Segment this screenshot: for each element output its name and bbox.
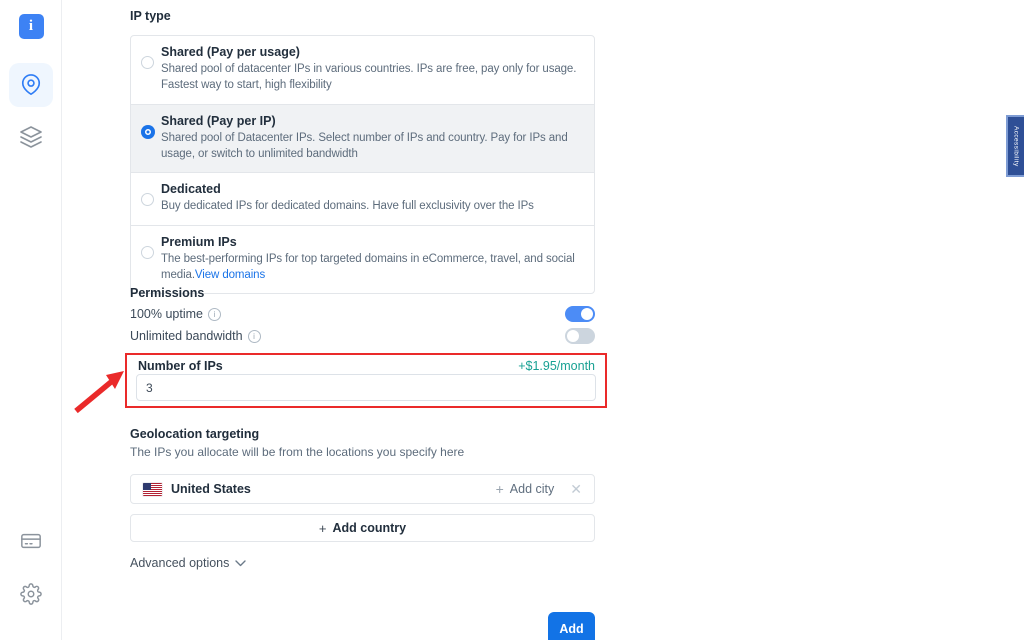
geolocation-label: Geolocation targeting: [130, 427, 595, 441]
credit-card-icon: [20, 530, 42, 552]
country-row: United States + Add city ✕: [130, 474, 595, 504]
page: IP type Shared (Pay per usage) Shared po…: [0, 0, 1024, 640]
option-title: Premium IPs: [161, 235, 580, 249]
radio-button[interactable]: [141, 246, 154, 259]
add-city-button[interactable]: + Add city: [496, 481, 555, 497]
ip-type-option-shared-pay-per-usage[interactable]: Shared (Pay per usage) Shared pool of da…: [130, 35, 595, 105]
radio-button[interactable]: [141, 56, 154, 69]
option-description: The best-performing IPs for top targeted…: [161, 251, 580, 284]
red-annotation-arrow: [66, 363, 132, 417]
ip-type-option-premium-ips[interactable]: Premium IPs The best-performing IPs for …: [130, 225, 595, 295]
permissions-section: Permissions 100% uptime Unlimited bandwi…: [130, 286, 595, 344]
ip-type-options: Shared (Pay per usage) Shared pool of da…: [130, 35, 595, 294]
sidebar-item-info[interactable]: [0, 14, 62, 39]
advanced-options-label: Advanced options: [130, 556, 229, 570]
sidebar-item-billing[interactable]: [0, 530, 62, 552]
add-country-button[interactable]: + Add country: [130, 514, 595, 542]
geolocation-description: The IPs you allocate will be from the lo…: [130, 445, 595, 459]
number-of-ips-input[interactable]: [136, 374, 596, 401]
number-of-ips-label: Number of IPs: [138, 359, 223, 373]
ip-type-option-shared-pay-per-ip[interactable]: Shared (Pay per IP) Shared pool of Datac…: [130, 104, 595, 174]
number-of-ips-header: Number of IPs +$1.95/month: [127, 355, 605, 373]
info-tooltip-icon[interactable]: [208, 308, 221, 321]
plus-icon: +: [496, 481, 504, 497]
add-country-label: Add country: [332, 521, 406, 535]
option-description: Shared pool of Datacenter IPs. Select nu…: [161, 130, 580, 163]
sidebar-item-locations[interactable]: [0, 63, 62, 107]
number-of-ips-highlighted-block: Number of IPs +$1.95/month: [125, 353, 607, 408]
sidebar-item-settings[interactable]: [0, 583, 62, 605]
add-button[interactable]: Add: [548, 612, 595, 640]
option-description: Shared pool of datacenter IPs in various…: [161, 61, 580, 94]
option-title: Dedicated: [161, 182, 580, 196]
radio-button-selected[interactable]: [141, 125, 155, 139]
option-title: Shared (Pay per usage): [161, 45, 580, 59]
advanced-options-toggle[interactable]: Advanced options: [130, 556, 246, 570]
uptime-label: 100% uptime: [130, 307, 203, 321]
sidebar: [0, 0, 62, 640]
uptime-toggle[interactable]: [565, 306, 595, 322]
info-icon: [19, 14, 44, 39]
active-item-background: [9, 63, 53, 107]
country-name: United States: [171, 482, 251, 496]
price-per-month: +$1.95/month: [518, 359, 595, 373]
option-description: Buy dedicated IPs for dedicated domains.…: [161, 198, 580, 214]
ip-type-label: IP type: [130, 9, 171, 23]
gear-icon: [20, 583, 42, 605]
layers-icon: [19, 125, 43, 149]
sidebar-item-zones[interactable]: [0, 125, 62, 149]
accessibility-tab[interactable]: Accessibility: [1006, 115, 1024, 177]
bandwidth-toggle[interactable]: [565, 328, 595, 344]
uptime-row: 100% uptime: [130, 306, 595, 322]
toggle-knob: [567, 330, 579, 342]
accessibility-tab-label: Accessibility: [1013, 126, 1020, 167]
remove-country-icon[interactable]: ✕: [570, 481, 582, 498]
bandwidth-row: Unlimited bandwidth: [130, 328, 595, 344]
location-pin-icon: [20, 74, 42, 96]
plus-icon: +: [319, 521, 327, 536]
chevron-down-icon: [235, 560, 246, 567]
permissions-label: Permissions: [130, 286, 595, 300]
ip-type-option-dedicated[interactable]: Dedicated Buy dedicated IPs for dedicate…: [130, 172, 595, 225]
option-title: Shared (Pay per IP): [161, 114, 580, 128]
add-city-label: Add city: [510, 482, 554, 496]
bandwidth-label: Unlimited bandwidth: [130, 329, 243, 343]
toggle-knob: [581, 308, 593, 320]
geolocation-section: Geolocation targeting The IPs you alloca…: [130, 427, 595, 542]
info-tooltip-icon[interactable]: [248, 330, 261, 343]
us-flag-icon: [143, 483, 162, 496]
view-domains-link[interactable]: View domains: [195, 269, 265, 281]
radio-button[interactable]: [141, 193, 154, 206]
